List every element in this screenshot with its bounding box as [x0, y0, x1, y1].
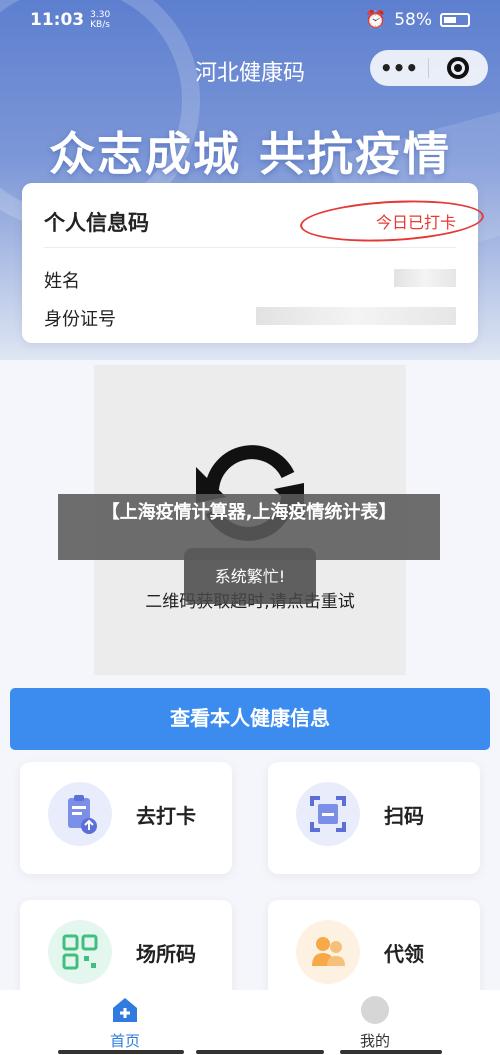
checkin-status-link[interactable]: 今日已打卡: [376, 209, 456, 233]
slogan-text: 众志成城 共抗疫情: [48, 127, 451, 181]
scan-frame-icon: [296, 782, 360, 846]
alarm-icon: ⏰: [365, 10, 387, 30]
tile-venue-code-label: 场所码: [136, 942, 196, 966]
tab-home-label: 首页: [109, 1032, 140, 1050]
tile-checkin-label: 去打卡: [136, 804, 196, 828]
id-number-value-redacted: [256, 307, 456, 325]
battery-percent: 58%: [394, 10, 432, 30]
view-health-info-button[interactable]: 查看本人健康信息: [10, 688, 490, 750]
tab-mine-label: 我的: [359, 1032, 390, 1050]
more-options-button[interactable]: •••: [370, 56, 428, 80]
status-time: 11:03: [30, 10, 85, 30]
overlay-title-banner: 【上海疫情计算器,上海疫情统计表】: [58, 494, 440, 560]
tile-checkin[interactable]: 去打卡: [20, 762, 232, 874]
personal-info-card: 个人信息码 今日已打卡 姓名 身份证号: [22, 183, 485, 343]
people-icon: [296, 920, 360, 984]
tile-scan[interactable]: 扫码: [268, 762, 480, 874]
info-card-title: 个人信息码: [44, 211, 149, 235]
home-tab-indicator: [58, 1050, 184, 1054]
home-plus-icon: [113, 998, 137, 1022]
mini-program-capsule: •••: [370, 50, 488, 86]
id-number-label: 身份证号: [44, 309, 116, 330]
mine-tab-indicator: [340, 1050, 442, 1054]
qr-code-icon: [48, 920, 112, 984]
avatar-icon: [361, 996, 389, 1024]
tab-mine[interactable]: 我的: [250, 990, 500, 1055]
clipboard-upload-icon: [48, 782, 112, 846]
close-button[interactable]: [429, 57, 487, 79]
network-speed: 3.30 KB/s: [90, 10, 111, 30]
tile-scan-label: 扫码: [384, 804, 424, 828]
bottom-tab-bar: 首页 我的: [0, 990, 500, 1055]
name-label: 姓名: [44, 271, 80, 292]
home-indicator-bar: [196, 1050, 324, 1054]
tile-proxy-collect-label: 代领: [384, 942, 424, 966]
battery-icon: [440, 13, 470, 27]
status-bar: 11:03 3.30 KB/s ⏰ 58%: [0, 0, 500, 40]
name-value-redacted: [394, 269, 456, 287]
tab-home[interactable]: 首页: [0, 990, 250, 1055]
info-divider: [44, 247, 456, 248]
close-target-icon: [447, 57, 469, 79]
